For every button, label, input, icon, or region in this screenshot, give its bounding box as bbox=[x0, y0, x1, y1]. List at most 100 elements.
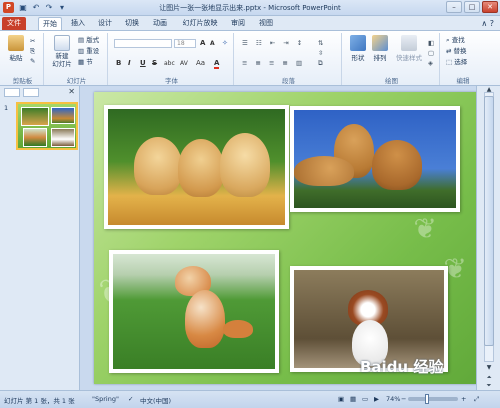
minimize-button[interactable]: – bbox=[446, 1, 462, 13]
drawing-group-label: 绘图 bbox=[385, 77, 398, 85]
shadow-button[interactable]: abc bbox=[164, 60, 175, 67]
font-name-combo[interactable] bbox=[114, 39, 172, 48]
new-slide-icon bbox=[54, 35, 70, 51]
fit-to-window-icon[interactable]: ⤢ bbox=[474, 395, 479, 404]
slides-panel: ✕ 1 bbox=[0, 86, 80, 390]
grow-font-button[interactable]: A bbox=[200, 39, 205, 47]
format-painter-icon[interactable]: ✎ bbox=[30, 57, 35, 65]
font-color-button[interactable]: A bbox=[214, 59, 220, 69]
zoom-out-icon[interactable]: − bbox=[401, 395, 406, 403]
thumb-photo-4 bbox=[51, 128, 75, 147]
shape-effects-icon[interactable]: ◈ bbox=[428, 59, 433, 67]
arrange-button[interactable]: 排列 bbox=[370, 35, 390, 62]
bold-button[interactable]: B bbox=[116, 59, 121, 67]
shapes-icon bbox=[350, 35, 366, 51]
font-size-combo[interactable]: 18 bbox=[174, 39, 196, 48]
slide-thumbnail[interactable] bbox=[16, 102, 78, 150]
photo-puppies[interactable] bbox=[104, 105, 289, 229]
list-buttons[interactable]: ☰ ☷ ⇤ ⇥ ↕ bbox=[242, 39, 305, 47]
next-slide-icon[interactable]: ⏷ bbox=[484, 382, 494, 390]
vertical-scrollbar[interactable]: ▲ ▼ ⏶ ⏷ bbox=[476, 86, 500, 390]
tab-slideshow[interactable]: 幻灯片放映 bbox=[178, 17, 222, 30]
paste-button[interactable]: 粘贴 bbox=[6, 35, 26, 62]
tab-design[interactable]: 设计 bbox=[95, 17, 115, 30]
puppy-1 bbox=[134, 137, 182, 195]
zoom-slider-knob[interactable] bbox=[424, 394, 429, 404]
align-text-icon[interactable]: ⇳ bbox=[318, 49, 323, 57]
slides-group-label: 幻灯片 bbox=[66, 77, 87, 85]
clipboard-group-label: 剪贴板 bbox=[12, 77, 33, 85]
shiba-tail bbox=[223, 320, 253, 338]
tab-animations[interactable]: 动画 bbox=[150, 17, 170, 30]
tab-home[interactable]: 开始 bbox=[38, 17, 62, 30]
reset-button[interactable]: ▥ 重设 bbox=[78, 47, 99, 55]
panel-close-icon[interactable]: ✕ bbox=[68, 87, 75, 96]
paste-label: 粘贴 bbox=[9, 54, 23, 62]
zoom-percent[interactable]: 74% bbox=[386, 395, 400, 403]
baidu-watermark: Baidu 经验 bbox=[360, 358, 444, 376]
zoom-in-icon[interactable]: + bbox=[461, 395, 466, 403]
tab-insert[interactable]: 插入 bbox=[68, 17, 88, 30]
tab-transitions[interactable]: 切换 bbox=[122, 17, 142, 30]
strikethrough-button[interactable]: S bbox=[152, 59, 157, 67]
photo-two-retrievers[interactable] bbox=[290, 106, 460, 212]
underline-button[interactable]: U bbox=[140, 59, 146, 67]
slideshow-icon[interactable]: ▶ bbox=[374, 395, 379, 403]
shapes-button[interactable]: 形状 bbox=[348, 35, 368, 62]
reading-view-icon[interactable]: ▭ bbox=[362, 395, 368, 403]
new-slide-label: 新建 幻灯片 bbox=[52, 52, 72, 68]
tab-slides[interactable] bbox=[4, 88, 20, 97]
butterfly-decoration: ❦ bbox=[413, 212, 437, 245]
retrievers-image bbox=[294, 110, 456, 208]
text-direction-icon[interactable]: ⇅ bbox=[318, 39, 323, 47]
section-button[interactable]: ▦ 节 bbox=[78, 58, 93, 66]
find-button[interactable]: ⌕ 查找 bbox=[446, 36, 465, 44]
cut-icon[interactable]: ✂ bbox=[30, 37, 35, 45]
replace-button[interactable]: ⇄ 替换 bbox=[446, 47, 467, 55]
change-case-button[interactable]: Aa bbox=[196, 59, 205, 67]
tab-file[interactable]: 文件 bbox=[2, 17, 26, 30]
scroll-thumb[interactable] bbox=[484, 96, 494, 346]
paragraph-group: ☰ ☷ ⇤ ⇥ ↕ ≡ ≣ ≡ ≣ ▥ ⇅ ⇳ ⧉ 段落 bbox=[236, 33, 342, 85]
slide-sorter-icon[interactable]: ▦ bbox=[350, 395, 356, 403]
clear-format-icon[interactable]: ✧ bbox=[222, 39, 228, 47]
puppies-image bbox=[108, 109, 285, 225]
font-group-label: 字体 bbox=[165, 77, 178, 85]
language[interactable]: 中文(中国) bbox=[140, 395, 171, 405]
prev-slide-icon[interactable]: ⏶ bbox=[484, 374, 494, 382]
zoom-slider[interactable] bbox=[408, 397, 458, 401]
italic-button[interactable]: I bbox=[128, 59, 131, 67]
arrange-label: 排列 bbox=[373, 54, 387, 62]
quick-styles-icon bbox=[401, 35, 417, 51]
normal-view-icon[interactable]: ▣ bbox=[338, 395, 344, 403]
photo-shiba[interactable] bbox=[109, 250, 279, 373]
new-slide-button[interactable]: 新建 幻灯片 bbox=[50, 35, 74, 68]
clipboard-group: 粘贴 ✂ ⎘ ✎ 剪贴板 bbox=[2, 33, 44, 85]
tab-outline[interactable] bbox=[23, 88, 39, 97]
close-button[interactable]: ✕ bbox=[482, 1, 498, 13]
scroll-down-icon[interactable]: ▼ bbox=[484, 364, 494, 372]
smartart-icon[interactable]: ⧉ bbox=[318, 59, 323, 67]
shape-fill-icon[interactable]: ◧ bbox=[428, 39, 434, 47]
thumb-photo-2 bbox=[51, 107, 75, 124]
drawing-group: 形状 排列 快速样式 ◧ ▢ ◈ 绘图 bbox=[344, 33, 440, 85]
spellcheck-icon[interactable]: ✓ bbox=[128, 395, 133, 403]
shape-outline-icon[interactable]: ▢ bbox=[428, 49, 434, 57]
align-buttons[interactable]: ≡ ≣ ≡ ≣ ▥ bbox=[242, 59, 305, 67]
copy-icon[interactable]: ⎘ bbox=[30, 47, 35, 55]
ribbon-tabs: 文件 开始 插入 设计 切换 动画 幻灯片放映 审阅 视图 ∧ ? bbox=[0, 16, 500, 30]
char-spacing-button[interactable]: AV bbox=[180, 60, 188, 67]
retriever-body bbox=[294, 156, 354, 186]
thumb-photo-3 bbox=[23, 128, 47, 147]
select-icon: ⬚ bbox=[446, 58, 453, 66]
maximize-button[interactable]: □ bbox=[464, 1, 480, 13]
title-bar: P ▣ ↶ ↷ ▾ 让图片一张一张地显示出来.pptx - Microsoft … bbox=[0, 0, 500, 16]
layout-button[interactable]: ▤ 版式 bbox=[78, 36, 99, 44]
quick-styles-button[interactable]: 快速样式 bbox=[394, 35, 424, 62]
select-button[interactable]: ⬚ 选择 bbox=[446, 58, 467, 66]
help-controls[interactable]: ∧ ? bbox=[481, 19, 494, 28]
tab-review[interactable]: 审阅 bbox=[228, 17, 248, 30]
shrink-font-button[interactable]: A bbox=[210, 40, 215, 47]
slide[interactable]: ❦ ❦ ❦ bbox=[94, 92, 477, 384]
tab-view[interactable]: 视图 bbox=[256, 17, 276, 30]
